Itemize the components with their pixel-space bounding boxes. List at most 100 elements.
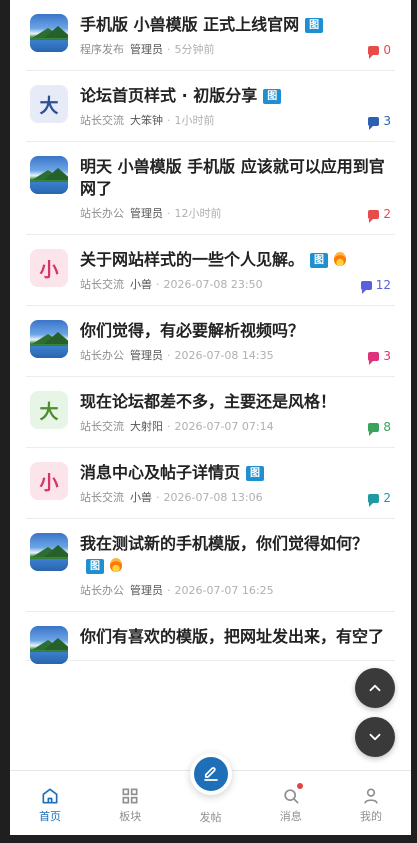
post-forum[interactable]: 站长办公 bbox=[80, 349, 124, 362]
post-time: 2026-07-08 23:50 bbox=[163, 278, 263, 291]
tab-me[interactable]: 我的 bbox=[341, 771, 401, 835]
post-item[interactable]: 你们觉得，有必要解析视频吗？ 站长办公 管理员 · 2026-07-08 14:35 3 bbox=[10, 306, 411, 377]
screen: 手机版 小兽模版 正式上线官网图程序发布 管理员 · 5分钟前 0 大论坛首页样式 · 初… bbox=[0, 0, 417, 843]
post-meta: 站长交流 大笨钟 · 1小时前 3 bbox=[80, 113, 395, 130]
post-author[interactable]: 管理员 bbox=[130, 349, 163, 362]
avatar-photo[interactable] bbox=[30, 533, 68, 571]
search-icon bbox=[284, 789, 299, 804]
post-item-inner: 手机版 小兽模版 正式上线官网图程序发布 管理员 · 5分钟前 0 bbox=[26, 0, 395, 71]
post-title-text[interactable]: 我在测试新的手机模版，你们觉得如何？ bbox=[80, 534, 368, 553]
post-item[interactable]: 我在测试新的手机模版，你们觉得如何？ 图站长办公 管理员 · 2026-07-07 16… bbox=[10, 519, 411, 612]
post-item[interactable]: 小消息中心及帖子详情页图站长交流 小兽 · 2026-07-08 13:06 2 bbox=[10, 448, 411, 519]
avatar-photo[interactable] bbox=[30, 156, 68, 194]
reply-count: 2 bbox=[368, 490, 391, 507]
post-author[interactable]: 小兽 bbox=[130, 278, 152, 291]
grid-icon bbox=[122, 788, 138, 804]
post-title-text[interactable]: 你们有喜欢的模版，把网址发出来，有空了 bbox=[80, 627, 384, 646]
post-forum[interactable]: 站长交流 bbox=[80, 491, 124, 504]
post-title-text[interactable]: 论坛首页样式 · 初版分享 bbox=[80, 86, 257, 105]
tab-messages[interactable]: 消息 bbox=[261, 771, 321, 835]
post-title-text[interactable]: 现在论坛都差不多，主要还是风格！ bbox=[80, 392, 336, 411]
image-badge: 图 bbox=[263, 89, 282, 104]
post-content: 关于网站样式的一些个人见解。图站长交流 小兽 · 2026-07-08 23:50 12 bbox=[80, 235, 395, 305]
post-title-text[interactable]: 消息中心及帖子详情页 bbox=[80, 463, 240, 482]
post-item[interactable]: 明天 小兽模版 手机版 应该就可以应用到官网了站长办公 管理员 · 12小时前 2 bbox=[10, 142, 411, 235]
comment-icon bbox=[368, 209, 380, 223]
post-item[interactable]: 你们有喜欢的模版，把网址发出来，有空了 bbox=[10, 612, 411, 664]
meta-separator: · bbox=[167, 114, 171, 127]
notification-dot bbox=[296, 783, 303, 789]
post-title-text[interactable]: 手机版 小兽模版 正式上线官网 bbox=[80, 15, 299, 34]
post-title-text[interactable]: 你们觉得，有必要解析视频吗？ bbox=[80, 321, 304, 340]
post-meta: 站长办公 管理员 · 2026-07-08 14:35 3 bbox=[80, 348, 395, 365]
reply-count-value: 3 bbox=[383, 114, 391, 128]
post-forum[interactable]: 站长交流 bbox=[80, 420, 124, 433]
avatar-letter[interactable]: 小 bbox=[30, 249, 68, 287]
meta-separator: · bbox=[156, 491, 160, 504]
tab-blocks[interactable]: 板块 bbox=[100, 771, 160, 835]
post-meta: 站长办公 管理员 · 12小时前 2 bbox=[80, 206, 395, 223]
post-author[interactable]: 管理员 bbox=[130, 43, 163, 56]
image-badge: 图 bbox=[310, 253, 329, 268]
post-item-inner: 你们有喜欢的模版，把网址发出来，有空了 bbox=[26, 612, 395, 664]
tab-messages-label: 消息 bbox=[279, 810, 302, 823]
post-title[interactable]: 手机版 小兽模版 正式上线官网图 bbox=[80, 14, 395, 36]
avatar-water-shape bbox=[30, 559, 68, 571]
post-title[interactable]: 你们觉得，有必要解析视频吗？ bbox=[80, 320, 395, 342]
post-forum[interactable]: 站长办公 bbox=[80, 207, 124, 220]
post-title[interactable]: 关于网站样式的一些个人见解。图 bbox=[80, 249, 395, 271]
tab-home-label: 首页 bbox=[39, 810, 61, 823]
avatar-letter[interactable]: 大 bbox=[30, 85, 68, 123]
avatar-mountain-shape bbox=[44, 26, 68, 38]
scroll-down-button[interactable] bbox=[355, 717, 395, 757]
post-author[interactable]: 大笨钟 bbox=[130, 114, 163, 127]
post-title-text[interactable]: 关于网站样式的一些个人见解。 bbox=[80, 250, 304, 269]
reply-count-value: 2 bbox=[383, 207, 391, 221]
home-icon bbox=[42, 788, 58, 804]
reply-count-value: 0 bbox=[383, 43, 391, 57]
post-author[interactable]: 小兽 bbox=[130, 491, 152, 504]
avatar-photo[interactable] bbox=[30, 626, 68, 664]
post-title[interactable]: 消息中心及帖子详情页图 bbox=[80, 462, 395, 484]
comment-icon bbox=[368, 422, 380, 436]
chevron-up-icon bbox=[369, 684, 381, 692]
post-author[interactable]: 管理员 bbox=[130, 207, 163, 220]
reply-count: 3 bbox=[368, 348, 391, 365]
scroll-up-button[interactable] bbox=[355, 668, 395, 708]
post-item[interactable]: 手机版 小兽模版 正式上线官网图程序发布 管理员 · 5分钟前 0 bbox=[10, 0, 411, 71]
avatar-letter[interactable]: 小 bbox=[30, 462, 68, 500]
meta-separator: · bbox=[167, 420, 171, 433]
reply-count-value: 8 bbox=[383, 420, 391, 434]
avatar-photo[interactable] bbox=[30, 14, 68, 52]
post-title[interactable]: 你们有喜欢的模版，把网址发出来，有空了 bbox=[80, 626, 395, 648]
post-title[interactable]: 明天 小兽模版 手机版 应该就可以应用到官网了 bbox=[80, 156, 395, 200]
chevron-down-icon bbox=[369, 733, 381, 741]
post-forum[interactable]: 程序发布 bbox=[80, 43, 124, 56]
post-fab-button[interactable] bbox=[189, 753, 232, 795]
image-badge: 图 bbox=[86, 559, 104, 574]
post-content: 你们有喜欢的模版，把网址发出来，有空了 bbox=[80, 612, 395, 660]
post-meta: 站长办公 管理员 · 2026-07-07 16:25 bbox=[80, 583, 395, 599]
post-title[interactable]: 现在论坛都差不多，主要还是风格！ bbox=[80, 391, 395, 413]
post-title[interactable]: 论坛首页样式 · 初版分享图 bbox=[80, 85, 395, 107]
post-content: 你们觉得，有必要解析视频吗？ 站长办公 管理员 · 2026-07-08 14:35 3 bbox=[80, 306, 395, 376]
avatar-photo[interactable] bbox=[30, 320, 68, 358]
post-forum[interactable]: 站长交流 bbox=[80, 114, 124, 127]
post-content: 我在测试新的手机模版，你们觉得如何？ 图站长办公 管理员 · 2026-07-07 16… bbox=[80, 519, 395, 611]
tab-home[interactable]: 首页 bbox=[20, 771, 80, 835]
post-title-text[interactable]: 明天 小兽模版 手机版 应该就可以应用到官网了 bbox=[80, 157, 385, 198]
post-author[interactable]: 管理员 bbox=[130, 584, 163, 597]
post-author[interactable]: 大射阳 bbox=[130, 420, 163, 433]
post-item[interactable]: 大论坛首页样式 · 初版分享图站长交流 大笨钟 · 1小时前 3 bbox=[10, 71, 411, 142]
image-badge: 图 bbox=[246, 466, 265, 481]
post-forum[interactable]: 站长交流 bbox=[80, 278, 124, 291]
post-item[interactable]: 小关于网站样式的一些个人见解。图站长交流 小兽 · 2026-07-08 23:50 1… bbox=[10, 235, 411, 306]
post-item[interactable]: 大 现在论坛都差不多，主要还是风格！ 站长交流 大射阳 · 2026-07-07 07:1… bbox=[10, 377, 411, 448]
comment-icon bbox=[368, 116, 380, 130]
avatar-letter[interactable]: 大 bbox=[30, 391, 68, 429]
tab-post[interactable]: 发帖 bbox=[181, 753, 241, 835]
fire-icon bbox=[334, 252, 347, 266]
post-title[interactable]: 我在测试新的手机模版，你们觉得如何？ 图 bbox=[80, 533, 395, 577]
post-forum[interactable]: 站长办公 bbox=[80, 584, 124, 597]
avatar-mountain-shape bbox=[44, 168, 68, 180]
